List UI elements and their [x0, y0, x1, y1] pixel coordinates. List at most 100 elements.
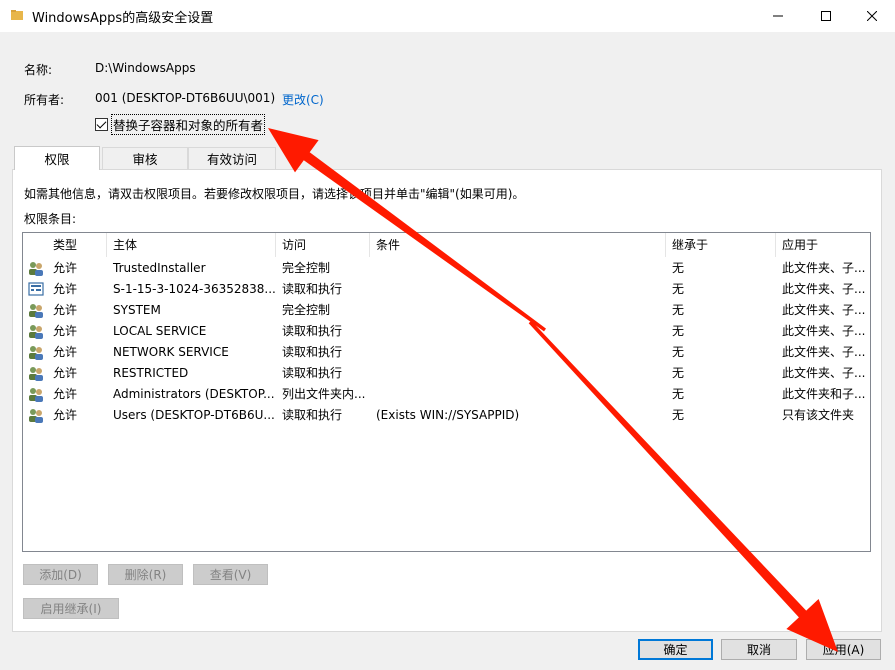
cell-condition — [370, 279, 666, 300]
checkbox-checked-icon[interactable] — [95, 117, 108, 131]
table-row[interactable]: 允许 NETWORK SERVICE 读取和执行 无 此文件夹、子... — [23, 342, 870, 363]
cell-condition: (Exists WIN://SYSAPPID) — [376, 408, 520, 422]
cell-access: 读取和执行 — [282, 408, 343, 422]
cell-inherited: 无 — [672, 408, 685, 422]
view-button[interactable]: 查看(V) — [193, 564, 268, 585]
name-label: 名称: — [24, 63, 53, 77]
header-condition[interactable]: 条件 — [370, 233, 666, 257]
users-icon — [29, 346, 43, 360]
users-icon — [29, 367, 43, 381]
owner-value: 001 (DESKTOP-DT6B6UU\001) — [95, 91, 276, 105]
cell-access: 完全控制 — [282, 303, 331, 317]
users-icon — [29, 325, 43, 339]
cell-inherited: 无 — [672, 282, 685, 296]
table-row[interactable]: 允许 SYSTEM 完全控制 无 此文件夹、子... — [23, 300, 870, 321]
cell-inherited: 无 — [672, 366, 685, 380]
cell-principal: TrustedInstaller — [113, 261, 206, 275]
cell-applies: 此文件夹、子... — [782, 345, 866, 359]
users-icon — [29, 388, 43, 402]
users-icon — [29, 262, 43, 276]
cell-inherited: 无 — [672, 387, 685, 401]
maximize-icon — [821, 11, 831, 21]
cell-applies: 此文件夹、子... — [782, 261, 866, 275]
header-inherited[interactable]: 继承于 — [666, 233, 776, 257]
cell-principal: NETWORK SERVICE — [113, 345, 229, 359]
enable-inheritance-button[interactable]: 启用继承(I) — [23, 598, 119, 619]
ok-button[interactable]: 确定 — [638, 639, 713, 660]
cell-applies: 此文件夹、子... — [782, 366, 866, 380]
add-button[interactable]: 添加(D) — [23, 564, 98, 585]
cell-principal: S-1-15-3-1024-36352838... — [113, 282, 276, 296]
header-access[interactable]: 访问 — [276, 233, 370, 257]
table-row[interactable]: 允许 S-1-15-3-1024-36352838... 读取和执行 无 此文件夹、子.… — [23, 279, 870, 300]
cell-inherited: 无 — [672, 261, 685, 275]
table-row[interactable]: 允许 LOCAL SERVICE 读取和执行 无 此文件夹、子... — [23, 321, 870, 342]
table-row[interactable]: 允许 Users (DESKTOP-DT6B6U... 读取和执行 (Exists W… — [23, 405, 870, 426]
tab-auditing[interactable]: 审核 — [102, 147, 188, 169]
title-bar: WindowsApps的高级安全设置 — [0, 0, 895, 32]
cell-principal: Administrators (DESKTOP... — [113, 387, 275, 401]
owner-label: 所有者: — [24, 93, 65, 107]
cell-type: 允许 — [53, 387, 78, 401]
window-title: WindowsApps的高级安全设置 — [32, 11, 214, 26]
tab-effective-access[interactable]: 有效访问 — [188, 147, 276, 169]
cell-access: 完全控制 — [282, 261, 331, 275]
cell-condition — [370, 342, 666, 363]
cell-principal: SYSTEM — [113, 303, 161, 317]
replace-owner-checkbox[interactable]: 替换子容器和对象的所有者 — [95, 113, 266, 135]
cell-type: 允许 — [53, 324, 78, 338]
table-row[interactable]: 允许 TrustedInstaller 完全控制 无 此文件夹、子... — [23, 258, 870, 279]
cell-applies: 此文件夹和子... — [782, 387, 866, 401]
remove-button[interactable]: 删除(R) — [108, 564, 183, 585]
cell-condition — [370, 300, 666, 321]
cell-applies: 此文件夹、子... — [782, 324, 866, 338]
cancel-button[interactable]: 取消 — [721, 639, 797, 660]
table-row[interactable]: 允许 RESTRICTED 读取和执行 无 此文件夹、子... — [23, 363, 870, 384]
tab-permissions[interactable]: 权限 — [14, 146, 100, 170]
cell-applies: 只有该文件夹 — [782, 408, 855, 422]
replace-owner-label: 替换子容器和对象的所有者 — [111, 113, 266, 135]
header-type[interactable]: 类型 — [47, 233, 107, 257]
cell-condition — [370, 384, 666, 405]
users-icon — [29, 304, 43, 318]
minimize-icon — [773, 15, 783, 17]
permission-entries-list[interactable]: 类型 主体 访问 条件 继承于 应用于 允许 TrustedInstaller 完全… — [22, 232, 871, 552]
cell-applies: 此文件夹、子... — [782, 282, 866, 296]
table-row[interactable]: 允许 Administrators (DESKTOP... 列出文件夹内... 无 此文… — [23, 384, 870, 405]
cell-principal: RESTRICTED — [113, 366, 189, 380]
cell-type: 允许 — [53, 303, 78, 317]
header-principal[interactable]: 主体 — [107, 233, 276, 257]
cell-inherited: 无 — [672, 303, 685, 317]
cell-access: 读取和执行 — [282, 282, 343, 296]
cell-condition — [370, 258, 666, 279]
entries-label: 权限条目: — [24, 212, 77, 226]
cell-condition — [370, 363, 666, 384]
sid-icon — [28, 282, 44, 296]
cell-access: 列出文件夹内... — [282, 387, 366, 401]
cell-principal: LOCAL SERVICE — [113, 324, 207, 338]
cell-principal: Users (DESKTOP-DT6B6U... — [113, 408, 275, 422]
cell-type: 允许 — [53, 366, 78, 380]
minimize-button[interactable] — [755, 0, 801, 32]
cell-access: 读取和执行 — [282, 366, 343, 380]
cell-type: 允许 — [53, 282, 78, 296]
cell-applies: 此文件夹、子... — [782, 303, 866, 317]
apply-button[interactable]: 应用(A) — [806, 639, 881, 660]
close-button[interactable] — [849, 0, 895, 32]
folder-icon — [11, 10, 23, 20]
list-header: 类型 主体 访问 条件 继承于 应用于 — [23, 233, 870, 257]
users-icon — [29, 409, 43, 423]
close-icon — [867, 11, 877, 21]
cell-access: 读取和执行 — [282, 345, 343, 359]
cell-type: 允许 — [53, 408, 78, 422]
cell-condition — [370, 321, 666, 342]
cell-access: 读取和执行 — [282, 324, 343, 338]
cell-inherited: 无 — [672, 324, 685, 338]
name-value: D:\WindowsApps — [95, 61, 196, 75]
cell-type: 允许 — [53, 345, 78, 359]
change-owner-link[interactable]: 更改(C) — [282, 91, 324, 108]
maximize-button[interactable] — [803, 0, 849, 32]
cell-type: 允许 — [53, 261, 78, 275]
header-applies[interactable]: 应用于 — [776, 233, 870, 257]
cell-inherited: 无 — [672, 345, 685, 359]
